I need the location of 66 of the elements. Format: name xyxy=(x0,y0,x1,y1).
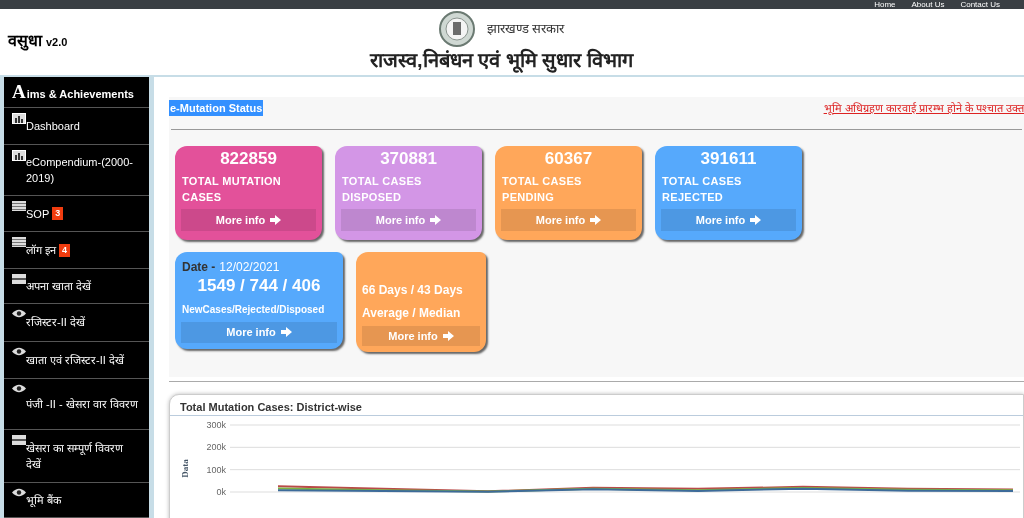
list-icon xyxy=(12,201,26,212)
more-info-text: More info xyxy=(535,212,586,228)
stat-value: 370881 xyxy=(379,148,438,169)
date-value: 12/02/2021 xyxy=(219,259,280,276)
arrow-right-icon xyxy=(270,215,282,225)
count-badge: 4 xyxy=(59,243,71,257)
sidebar-item[interactable]: SOP 3 xyxy=(4,196,149,233)
stat-label: Average / Median xyxy=(361,305,462,322)
stat-label: TOTAL CASES DISPOSED xyxy=(341,174,423,205)
sidebar-label: eCompendium-(2000-2019) xyxy=(26,155,134,186)
more-info-text: More info xyxy=(226,325,276,340)
app-name: वसुधा xyxy=(8,31,42,53)
ledger-icon xyxy=(12,435,26,446)
sidebar-item[interactable]: लॉग इन 4 xyxy=(4,232,149,269)
stat-label: NewCases/Rejected/Disposed xyxy=(181,303,326,317)
sidebar-label: रजिस्टर-II देखें xyxy=(26,315,85,331)
eye-icon xyxy=(12,308,26,318)
top-nav-link[interactable]: Contact Us xyxy=(960,0,1000,9)
chart-title: Total Mutation Cases: District-wise xyxy=(170,395,1023,416)
stat-value: 822859 xyxy=(219,148,278,169)
stat-label: TOTAL MUTATION CASES xyxy=(181,174,283,205)
sidebar-label: Dashboard xyxy=(26,118,80,134)
stat-label: TOTAL CASES REJECTED xyxy=(661,174,743,205)
stat-value: 60367 xyxy=(543,148,594,169)
section-title: e-Mutation Status xyxy=(169,99,264,117)
stat-value: 391611 xyxy=(699,148,758,169)
stat-label: TOTAL CASES PENDING xyxy=(501,174,583,205)
bar-chart-icon xyxy=(12,149,26,161)
top-nav-link[interactable]: About Us xyxy=(911,0,945,9)
more-info-text: More info xyxy=(215,212,266,228)
ledger-icon xyxy=(12,273,26,284)
sidebar-label: लॉग इन xyxy=(26,243,57,259)
app-version: v2.0 xyxy=(46,35,68,50)
arrow-right-icon xyxy=(750,215,762,225)
eye-icon xyxy=(12,383,26,393)
notice-link[interactable]: भूमि अधिग्रहण कारवाई प्रारम्भ होने के पश्चात उक्त xyxy=(823,99,1024,117)
sidebar-label: SOP xyxy=(26,206,50,222)
arrow-right-icon xyxy=(590,215,602,225)
date-label: Date - xyxy=(182,259,216,276)
sidebar-label: खेसरा का सम्पूर्ण विवरण देखें xyxy=(26,441,125,473)
y-tick-label: 100k xyxy=(206,464,226,475)
bar-chart-icon xyxy=(12,112,26,124)
eye-icon xyxy=(12,488,26,497)
list-icon xyxy=(12,237,26,248)
government-name: झारखण्ड सरकार xyxy=(486,20,565,39)
more-info-link[interactable]: More info xyxy=(181,209,316,231)
sidebar-label: खाता एवं रजिस्टर-II देखें xyxy=(26,352,124,368)
count-badge: 3 xyxy=(52,207,64,221)
eye-icon xyxy=(12,346,26,356)
y-tick-label: 300k xyxy=(206,420,226,430)
y-tick-label: 200k xyxy=(206,442,226,453)
stat-value: 1549 / 744 / 406 xyxy=(196,276,322,296)
y-axis-label: Data xyxy=(180,459,190,478)
y-tick-label: 0k xyxy=(216,487,226,496)
more-info-text: More info xyxy=(375,212,426,228)
sidebar-label: अपना खाता देखें xyxy=(26,278,92,294)
more-info-text: More info xyxy=(388,328,438,344)
sidebar-label: भूमि बैंक xyxy=(26,493,62,508)
department-title: राजस्व,निबंधन एवं भूमि सुधार विभाग xyxy=(370,47,633,75)
top-nav-link[interactable]: Home xyxy=(874,0,896,9)
more-info-text: More info xyxy=(695,212,746,228)
stat-value: 66 Days / 43 Days xyxy=(361,282,464,299)
sidebar-label: पंजी -II - खेसरा वार विवरण xyxy=(26,396,138,412)
arrow-right-icon xyxy=(280,327,292,338)
arrow-right-icon xyxy=(442,331,454,342)
arrow-right-icon xyxy=(430,215,442,225)
